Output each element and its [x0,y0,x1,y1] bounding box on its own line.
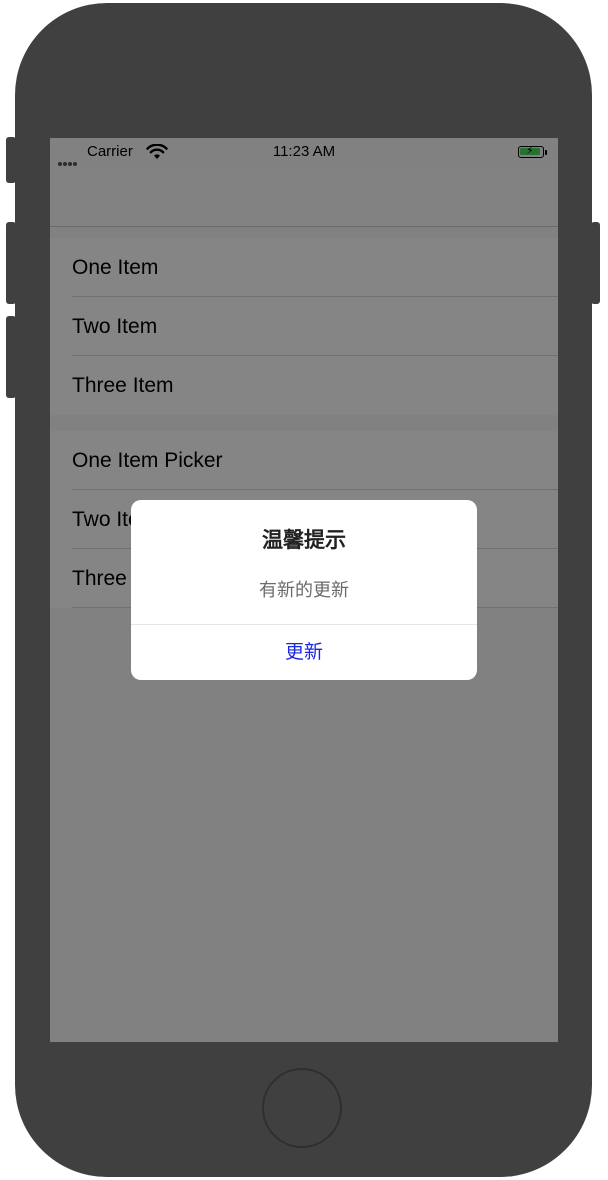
power-button [591,222,600,304]
update-button[interactable]: 更新 [131,625,477,680]
home-button[interactable] [262,1068,342,1148]
alert-message: 有新的更新 [259,580,349,600]
screen: Carrier 11:23 AM ⚡ One Item Two Item Thr… [50,138,558,1042]
alert-title: 温馨提示 [262,529,346,552]
alert-dialog: 温馨提示 有新的更新 更新 [131,500,477,680]
